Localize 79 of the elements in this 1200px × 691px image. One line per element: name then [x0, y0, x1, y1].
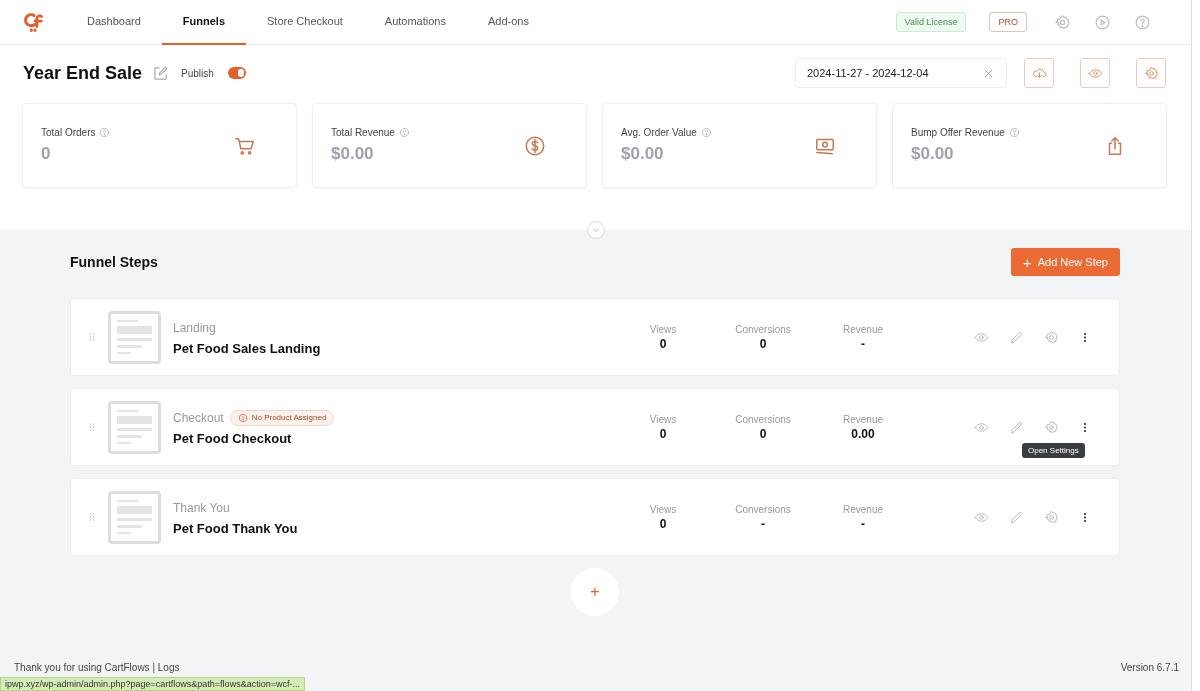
collapse-button[interactable] [586, 221, 605, 239]
nav-tab[interactable]: Store Checkout [246, 0, 364, 45]
section-title: Funnel Steps [70, 254, 158, 270]
help-icon[interactable] [99, 127, 111, 138]
pencil-icon[interactable] [1009, 329, 1024, 345]
metric-label: Views [648, 323, 678, 335]
nav-tab[interactable]: Dashboard [66, 0, 162, 45]
version-text: Version 6.7.1 [1120, 662, 1179, 673]
metric-value: - [860, 516, 866, 531]
settings-icon[interactable] [1044, 509, 1059, 525]
play-icon[interactable] [1094, 13, 1111, 31]
metric-label: Revenue [842, 503, 884, 515]
metric-value: - [760, 516, 766, 531]
pencil-icon[interactable] [1009, 419, 1024, 435]
metric-label: Views [648, 413, 678, 425]
status-bar-url: ipwp.xyz/wp-admin/admin.php?page=cartflows&path=flows&action=wcf-... [0, 677, 305, 691]
help-icon[interactable] [1008, 127, 1020, 138]
metric-label: Revenue [842, 323, 884, 335]
settings-icon[interactable] [1054, 13, 1071, 31]
step-name: Pet Food Thank You [173, 520, 299, 536]
publish-toggle[interactable] [227, 67, 246, 79]
stat-label: Bump Offer Revenue [911, 127, 1005, 138]
step-name: Pet Food Checkout [173, 430, 293, 446]
metric-value: 0 [758, 336, 768, 351]
step-name: Pet Food Sales Landing [173, 340, 322, 356]
settings-icon [1143, 65, 1159, 81]
date-range-field[interactable]: 2024-11-27 - 2024-12-04 [795, 58, 1007, 88]
download-icon [1031, 65, 1047, 81]
metric-label: Conversions [734, 323, 792, 335]
step-type: Landing [173, 320, 216, 335]
help-icon[interactable] [1134, 13, 1151, 31]
footer-text: Thank you for using CartFlows | Logs [14, 662, 180, 673]
metric-value: 0.00 [850, 426, 876, 441]
nav-tab[interactable]: Automations [363, 0, 467, 45]
step-type: Checkout [173, 410, 224, 425]
stat-label: Total Orders [41, 127, 96, 138]
plan-badge: PRO [989, 12, 1027, 32]
nav-tab[interactable]: Add-ons [467, 0, 550, 45]
metric-value: 0 [758, 426, 768, 441]
drag-handle-icon[interactable] [87, 510, 97, 524]
help-icon[interactable] [700, 127, 712, 138]
page-thumbnail [108, 310, 161, 364]
metric-label: Views [648, 503, 678, 515]
step-type: Thank You [173, 500, 230, 515]
metric-label: Revenue [842, 413, 884, 425]
add-step-button[interactable]: + [571, 568, 619, 616]
metric-value: - [860, 336, 866, 351]
funnel-title: Year End Sale [23, 62, 143, 84]
stat-value: $0.00 [621, 144, 665, 164]
help-icon[interactable] [398, 127, 410, 138]
preview-button[interactable] [1080, 58, 1110, 88]
stat-value: $0.00 [331, 144, 375, 164]
settings-button[interactable] [1136, 58, 1166, 88]
drag-handle-icon[interactable] [87, 420, 97, 434]
metric-label: Conversions [734, 503, 792, 515]
settings-icon[interactable] [1044, 329, 1059, 345]
edit-icon[interactable] [152, 64, 170, 82]
settings-icon[interactable] [1044, 419, 1059, 435]
stat-label: Total Revenue [331, 127, 395, 138]
warning-badge: No Product Assigned [229, 409, 335, 426]
download-button[interactable] [1024, 58, 1054, 88]
logo-icon[interactable] [24, 11, 46, 33]
metric-label: Conversions [734, 413, 792, 425]
alert-icon [237, 412, 248, 423]
page-thumbnail [108, 400, 161, 454]
stat-value: 0 [41, 144, 52, 164]
dollar-icon [524, 134, 546, 157]
metric-value: 0 [658, 426, 668, 441]
license-badge: Valid License [895, 12, 967, 32]
publish-label: Publish [181, 67, 214, 79]
stat-value: $0.00 [911, 144, 955, 164]
tooltip: Open Settings [1022, 442, 1085, 458]
nav-tab[interactable]: Funnels [161, 0, 246, 45]
stat-label: Avg. Order Value [621, 127, 697, 138]
metric-value: 0 [658, 516, 668, 531]
page-thumbnail [108, 490, 161, 544]
drag-handle-icon[interactable] [87, 330, 97, 344]
pencil-icon[interactable] [1009, 509, 1024, 525]
metric-value: 0 [658, 336, 668, 351]
